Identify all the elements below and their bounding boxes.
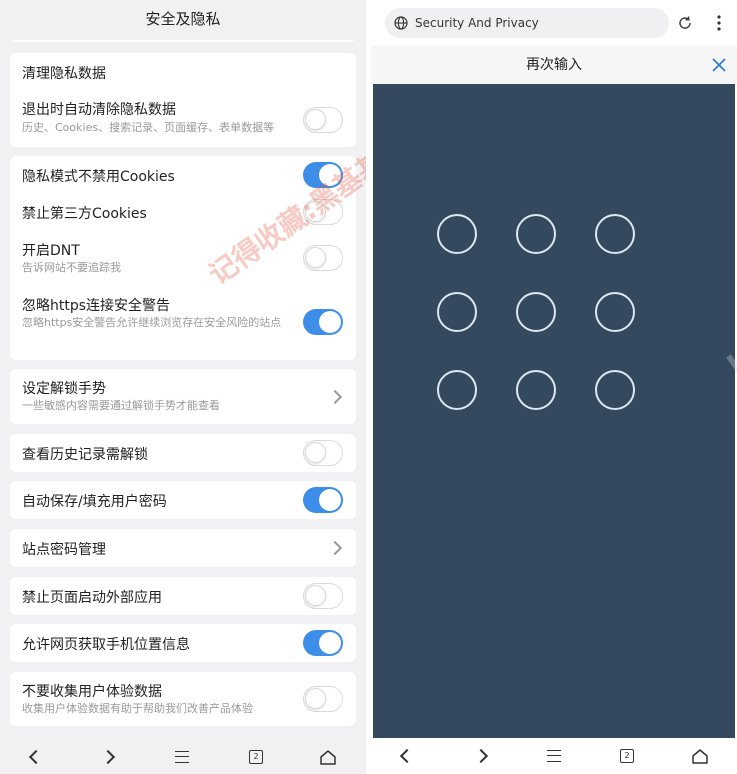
gesture-screen: Security And Privacy 再次输入 Hybase.com 2 (371, 0, 737, 774)
back-icon[interactable] (16, 737, 56, 774)
auto-clear-row[interactable]: 退出时自动清除隐私数据 历史、Cookies、搜索记录、页面缓存、表单数据等 (10, 91, 356, 147)
ux-data-toggle[interactable] (303, 686, 343, 712)
clear-privacy-row[interactable]: 清理隐私数据 (10, 53, 356, 91)
tabs-icon[interactable]: 2 (236, 737, 276, 774)
dnt-row[interactable]: 开启DNT 告诉网站不要追踪我 (10, 232, 356, 282)
history-lock-card[interactable]: 查看历史记录需解锁 (10, 434, 356, 472)
third-party-cookies-label: 禁止第三方Cookies (22, 206, 147, 222)
dnt-sub: 告诉网站不要追踪我 (22, 261, 121, 274)
site-passwords-row[interactable]: 站点密码管理 (10, 529, 356, 567)
url-bar[interactable]: Security And Privacy (385, 8, 669, 38)
pattern-dot[interactable] (595, 214, 635, 254)
close-icon[interactable] (709, 55, 729, 75)
bottom-toolbar: 2 (371, 738, 737, 774)
pattern-dot[interactable] (516, 214, 556, 254)
block-external-toggle[interactable] (303, 583, 343, 609)
url-text: Security And Privacy (415, 16, 539, 30)
forward-icon[interactable] (461, 736, 501, 774)
ux-data-row[interactable]: 不要收集用户体验数据 收集用户体验数据有助于帮助我们改善产品体验 (10, 672, 356, 726)
block-external-label: 禁止页面启动外部应用 (22, 590, 162, 606)
pattern-dot[interactable] (437, 214, 477, 254)
auto-clear-label: 退出时自动清除隐私数据 (22, 102, 176, 118)
bottom-toolbar: 2 (0, 737, 366, 774)
more-icon[interactable] (709, 13, 729, 33)
sub-header: 再次输入 (371, 46, 737, 84)
chevron-right-icon (327, 540, 343, 556)
history-lock-label: 查看历史记录需解锁 (22, 447, 148, 463)
dnt-toggle[interactable] (303, 245, 343, 271)
autofill-card[interactable]: 自动保存/填充用户密码 (10, 481, 356, 519)
home-icon[interactable] (308, 737, 348, 774)
page-title: 安全及隐私 (0, 0, 366, 40)
block-external-row[interactable]: 禁止页面启动外部应用 (10, 577, 356, 615)
pattern-dot[interactable] (516, 292, 556, 332)
auto-clear-toggle[interactable] (303, 107, 343, 133)
back-icon[interactable] (387, 736, 427, 774)
reload-icon[interactable] (675, 13, 695, 33)
https-warning-label: 忽略https连接安全警告 (22, 298, 171, 314)
block-external-card[interactable]: 禁止页面启动外部应用 (10, 577, 356, 615)
globe-icon (394, 16, 408, 30)
ux-data-card[interactable]: 不要收集用户体验数据 收集用户体验数据有助于帮助我们改善产品体验 (10, 672, 356, 726)
history-lock-toggle[interactable] (303, 440, 343, 466)
autofill-row[interactable]: 自动保存/填充用户密码 (10, 481, 356, 519)
ux-data-sub: 收集用户体验数据有助于帮助我们改善产品体验 (22, 702, 253, 715)
location-card[interactable]: 允许网页获取手机位置信息 (10, 624, 356, 662)
home-icon[interactable] (680, 736, 720, 774)
dnt-label: 开启DNT (22, 243, 80, 259)
chevron-right-icon (327, 389, 343, 405)
menu-icon[interactable] (162, 737, 202, 774)
ux-data-label: 不要收集用户体验数据 (22, 684, 162, 700)
gesture-label: 设定解锁手势 (22, 381, 106, 397)
gesture-sub: 一些敏感内容需要通过解锁手势才能查看 (22, 399, 220, 412)
https-warning-sub: 忽略https安全警告允许继续浏览存在安全风险的站点 (22, 316, 282, 329)
gesture-row[interactable]: 设定解锁手势 一些敏感内容需要通过解锁手势才能查看 (10, 369, 356, 424)
pattern-dot[interactable] (516, 370, 556, 410)
autofill-toggle[interactable] (303, 487, 343, 513)
site-passwords-label: 站点密码管理 (22, 542, 106, 558)
auto-clear-sub: 历史、Cookies、搜索记录、页面缓存、表单数据等 (22, 121, 275, 134)
privacy-card: 清理隐私数据 退出时自动清除隐私数据 历史、Cookies、搜索记录、页面缓存、… (10, 53, 356, 147)
clear-privacy-label: 清理隐私数据 (22, 66, 106, 82)
tabs-icon[interactable]: 2 (607, 736, 647, 774)
location-row[interactable]: 允许网页获取手机位置信息 (10, 624, 356, 662)
https-warning-toggle[interactable] (303, 309, 343, 335)
https-warning-row[interactable]: 忽略https连接安全警告 忽略https安全警告允许继续浏览存在安全风险的站点 (10, 282, 356, 360)
location-label: 允许网页获取手机位置信息 (22, 637, 190, 653)
menu-icon[interactable] (534, 736, 574, 774)
pattern-dot[interactable] (437, 292, 477, 332)
pattern-lock-pad[interactable] (373, 84, 735, 738)
pattern-dot[interactable] (437, 370, 477, 410)
autofill-label: 自动保存/填充用户密码 (22, 494, 167, 510)
incognito-cookies-label: 隐私模式不禁用Cookies (22, 169, 175, 185)
settings-panel: 安全及隐私 清理隐私数据 退出时自动清除隐私数据 历史、Cookies、搜索记录… (0, 0, 366, 774)
reenter-title: 再次输入 (526, 57, 582, 73)
forward-icon[interactable] (88, 737, 128, 774)
gesture-card[interactable]: 设定解锁手势 一些敏感内容需要通过解锁手势才能查看 (10, 369, 356, 424)
history-lock-row[interactable]: 查看历史记录需解锁 (10, 434, 356, 472)
pattern-dot[interactable] (595, 292, 635, 332)
site-passwords-card[interactable]: 站点密码管理 (10, 529, 356, 567)
location-toggle[interactable] (303, 630, 343, 656)
pattern-dot[interactable] (595, 370, 635, 410)
